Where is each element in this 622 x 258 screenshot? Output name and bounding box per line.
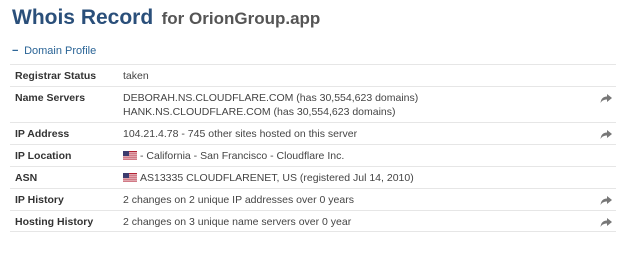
table-row: Name Servers DEBORAH.NS.CLOUDFLARE.COM (h… (10, 86, 616, 122)
row-label: IP History (15, 194, 64, 206)
row-value-line: 104.21.4.78 - 745 other sites hosted on … (123, 127, 357, 141)
row-value: 2 changes on 3 unique name servers over … (123, 215, 351, 229)
row-label: IP Address (15, 128, 70, 140)
domain-profile-table: Registrar Status taken Name Servers DEBORAH… (10, 64, 616, 232)
table-row: Hosting History 2 changes on 3 unique nam… (10, 210, 616, 232)
row-value-text: 2 changes on 2 unique IP addresses over … (123, 194, 354, 206)
us-flag-icon (123, 151, 137, 160)
row-label: Name Servers (15, 92, 86, 104)
share-arrow-icon[interactable] (599, 193, 613, 207)
table-row: IP Address 104.21.4.78 - 745 other sites … (10, 122, 616, 144)
row-label: Registrar Status (15, 70, 97, 82)
row-value: 2 changes on 2 unique IP addresses over … (123, 193, 354, 207)
row-value: taken (123, 69, 149, 83)
row-value-text: AS13335 CLOUDFLARENET, US (registered Ju… (140, 172, 414, 184)
share-arrow-icon[interactable] (599, 127, 613, 141)
share-arrow-icon[interactable] (599, 91, 613, 105)
row-value: 104.21.4.78 - 745 other sites hosted on … (123, 127, 357, 141)
row-value: AS13335 CLOUDFLARENET, US (registered Ju… (123, 171, 414, 185)
row-value-line: 2 changes on 3 unique name servers over … (123, 215, 351, 229)
row-value-text: HANK.NS.CLOUDFLARE.COM (has 30,554,623 d… (123, 106, 396, 118)
row-value-line: - California - San Francisco - Cloudflar… (123, 149, 344, 163)
row-value-line: taken (123, 69, 149, 83)
row-value-line: DEBORAH.NS.CLOUDFLARE.COM (has 30,554,62… (123, 91, 418, 105)
us-flag-icon (123, 173, 137, 182)
row-value-line: 2 changes on 2 unique IP addresses over … (123, 193, 354, 207)
section-label: Domain Profile (24, 45, 97, 57)
page-title-domain: for OrionGroup.app (161, 9, 321, 28)
row-value-line: AS13335 CLOUDFLARENET, US (registered Ju… (123, 171, 414, 185)
row-label: IP Location (15, 150, 72, 162)
row-value: - California - San Francisco - Cloudflar… (123, 149, 344, 163)
collapse-icon: − (12, 45, 19, 57)
table-row: ASN AS13335 CLOUDFLARENET, US (registered… (10, 166, 616, 188)
row-value-text: DEBORAH.NS.CLOUDFLARE.COM (has 30,554,62… (123, 92, 419, 104)
table-row: IP History 2 changes on 2 unique IP addre… (10, 188, 616, 210)
page-title-main: Whois Record (12, 6, 154, 29)
table-row: IP Location - California - San Francisco … (10, 144, 616, 166)
table-row: Registrar Status taken (10, 64, 616, 86)
row-value-text: taken (123, 70, 149, 82)
share-arrow-icon[interactable] (599, 215, 613, 229)
row-value-line: HANK.NS.CLOUDFLARE.COM (has 30,554,623 d… (123, 105, 418, 119)
row-value: DEBORAH.NS.CLOUDFLARE.COM (has 30,554,62… (123, 91, 418, 119)
row-label: ASN (15, 172, 38, 184)
row-label: Hosting History (15, 216, 94, 228)
row-value-text: 2 changes on 3 unique name servers over … (123, 216, 352, 228)
page-title: Whois Record for OrionGroup.app (12, 6, 320, 30)
row-value-text: - California - San Francisco - Cloudflar… (140, 150, 345, 162)
row-value-text: 104.21.4.78 - 745 other sites hosted on … (123, 128, 358, 140)
domain-profile-toggle[interactable]: − Domain Profile (12, 45, 96, 57)
